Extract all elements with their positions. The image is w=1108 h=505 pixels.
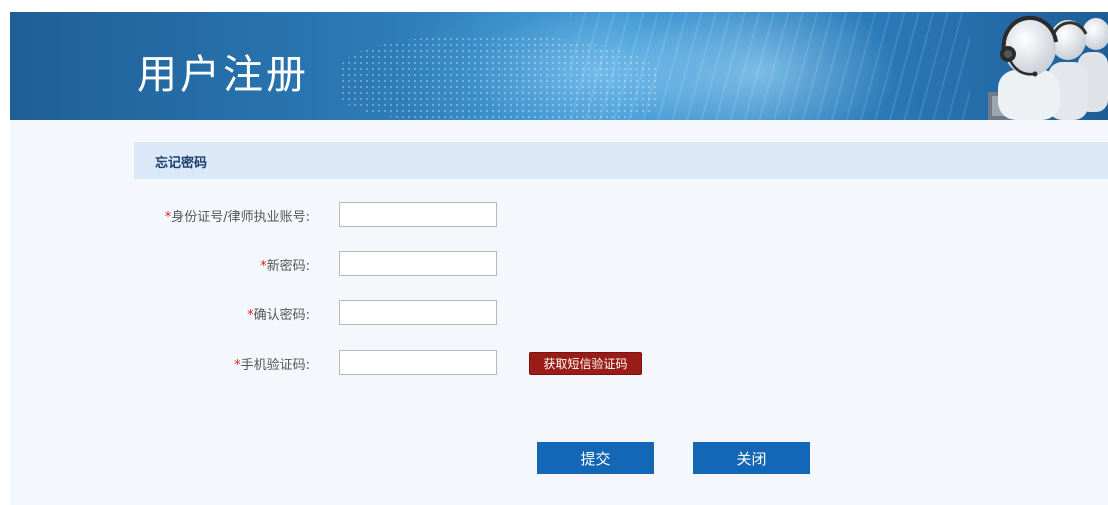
form-row-confirm-password: *确认密码: [10, 300, 710, 326]
sms-code-label-text: 手机验证码: [240, 358, 310, 373]
form-row-sms-code: *手机验证码: 获取短信验证码 [10, 350, 710, 376]
id-number-label-text: 身份证号/律师执业账号: [171, 210, 310, 225]
id-number-label: *身份证号/律师执业账号: [165, 206, 310, 225]
get-sms-code-button[interactable]: 获取短信验证码 [529, 352, 642, 375]
submit-button[interactable]: 提交 [537, 442, 654, 474]
banner-world-map-dots [340, 36, 660, 120]
confirm-password-label-text: 确认密码: [253, 308, 310, 323]
new-password-input[interactable] [339, 251, 497, 276]
form-row-new-password: *新密码: [10, 251, 710, 277]
section-header: 忘记密码 [134, 142, 1108, 179]
confirm-password-label: *确认密码: [247, 304, 310, 323]
page-container: 用户注册 忘记密码 *身份证号/律师执业账号: *新密码: *确认密码: *手机… [10, 12, 1108, 505]
confirm-password-input[interactable] [339, 300, 497, 325]
section-title: 忘记密码 [155, 156, 208, 171]
sms-code-label: *手机验证码: [234, 354, 310, 373]
page-title: 用户注册 [137, 52, 309, 98]
id-number-input[interactable] [339, 202, 497, 227]
new-password-label-text: 新密码: [266, 259, 310, 274]
form-row-id-number: *身份证号/律师执业账号: [10, 202, 710, 228]
customer-service-headset-illustration [988, 15, 1108, 120]
new-password-label: *新密码: [260, 255, 310, 274]
close-button[interactable]: 关闭 [693, 442, 810, 474]
sms-code-input[interactable] [339, 350, 497, 375]
header-banner: 用户注册 [10, 12, 1108, 120]
